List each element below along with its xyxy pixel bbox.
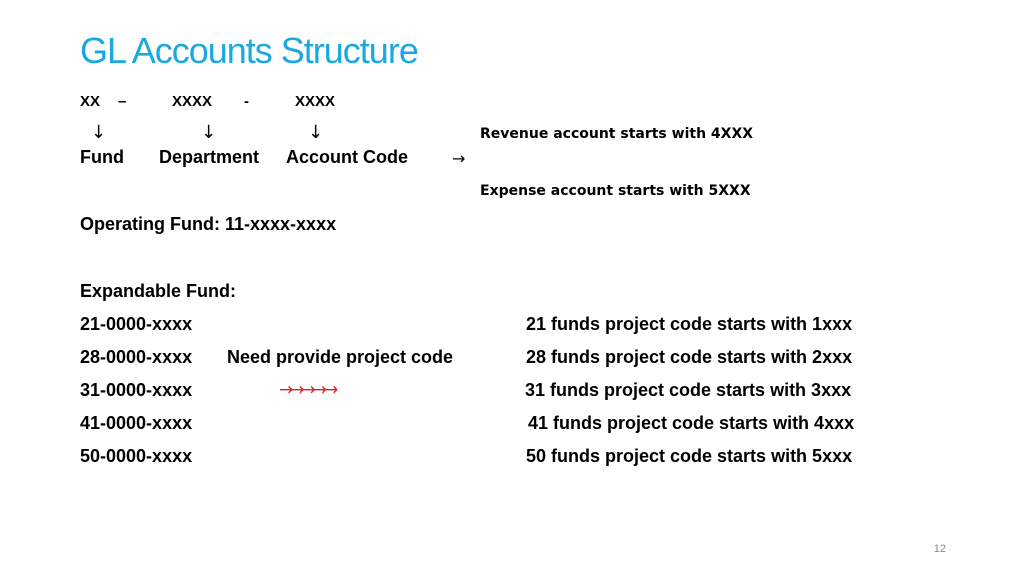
right-arrow-icon: → <box>452 149 466 168</box>
operating-fund: Operating Fund: 11-xxxx-xxxx <box>80 214 337 234</box>
pattern-separator-2: - <box>244 93 249 110</box>
fund-code-50: 50-0000-xxxx <box>80 446 193 466</box>
pattern-department-segment: XXXX <box>172 93 213 110</box>
fund-code-41: 41-0000-xxxx <box>80 413 193 433</box>
project-rule-50: 50 funds project code starts with 5xxx <box>526 446 853 466</box>
project-rule-31: 31 funds project code starts with 3xxx <box>525 380 852 400</box>
label-fund: Fund <box>80 147 124 167</box>
fund-code-31: 31-0000-xxxx <box>80 380 193 400</box>
fund-code-28: 28-0000-xxxx <box>80 347 193 367</box>
project-rule-28: 28 funds project code starts with 2xxx <box>526 347 853 367</box>
project-rule-21: 21 funds project code starts with 1xxx <box>526 314 853 334</box>
label-account-code: Account Code <box>286 147 409 167</box>
red-arrows-icon: →→→→→ <box>279 380 338 400</box>
down-arrow-icon: ↓ <box>91 122 107 143</box>
revenue-account-note: Revenue account starts with 4XXX <box>480 126 754 142</box>
pattern-separator-1: – <box>118 93 127 110</box>
project-rule-41: 41 funds project code starts with 4xxx <box>528 413 855 433</box>
fund-code-21: 21-0000-xxxx <box>80 314 193 334</box>
down-arrow-icon: ↓ <box>308 122 324 143</box>
pattern-account-segment: XXXX <box>295 93 336 110</box>
down-arrow-icon: ↓ <box>201 122 217 143</box>
slide-title: GL Accounts Structure <box>80 30 419 71</box>
expandable-fund-heading: Expandable Fund: <box>80 281 237 301</box>
label-department: Department <box>159 147 260 167</box>
project-code-note: Need provide project code <box>227 347 454 367</box>
pattern-fund-segment: XX <box>80 93 101 110</box>
page-number: 12 <box>933 543 946 555</box>
expense-account-note: Expense account starts with 5XXX <box>480 183 751 199</box>
